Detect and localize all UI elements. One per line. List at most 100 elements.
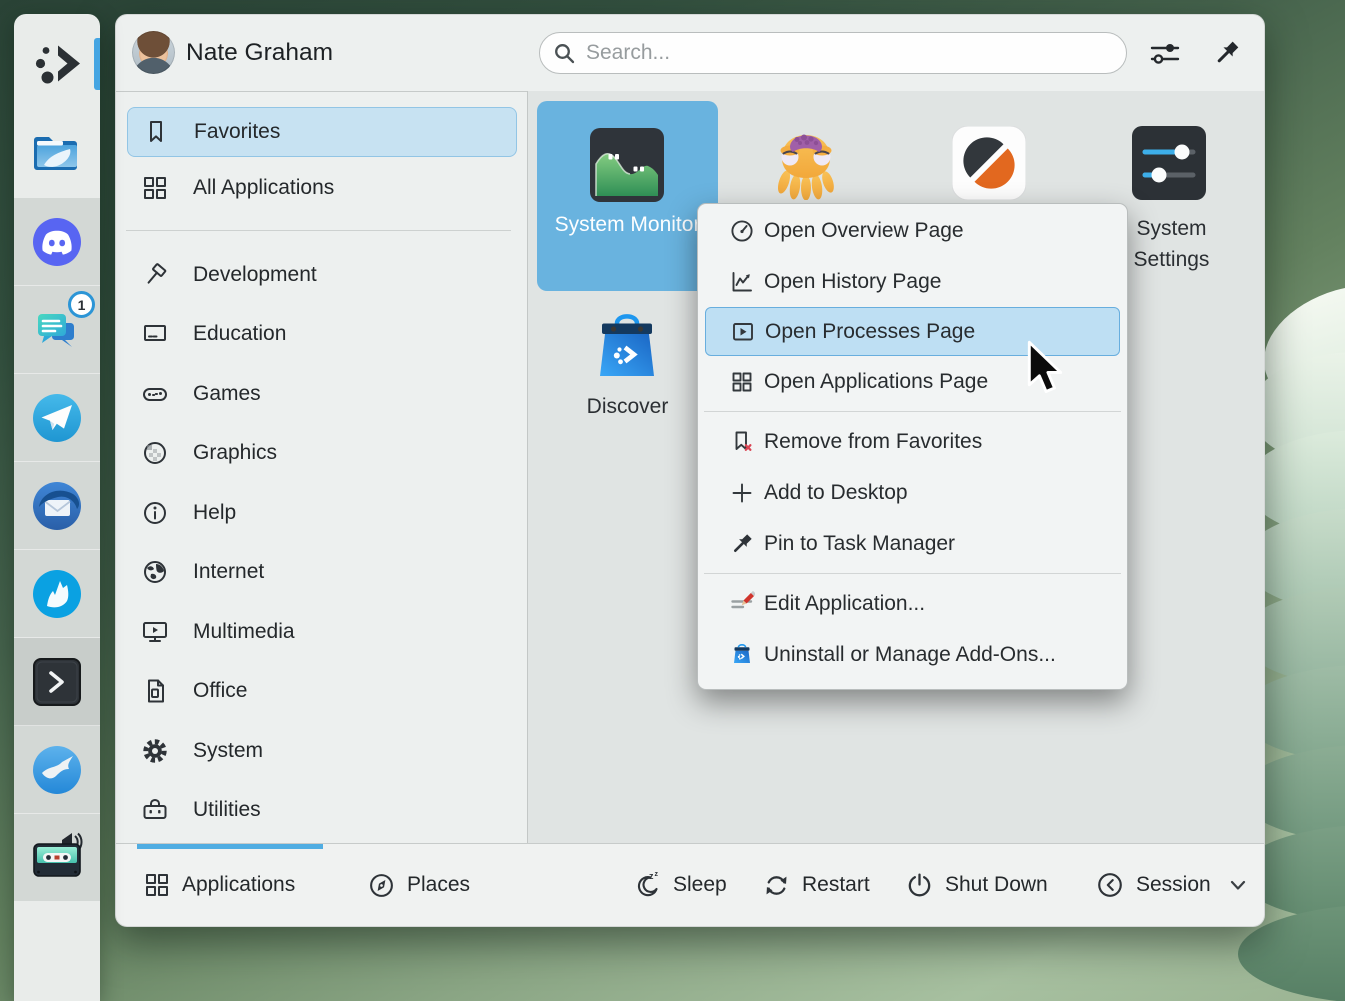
grid-icon [141,174,169,202]
search-input[interactable] [539,32,1127,74]
taskbar-dolphin[interactable] [14,114,100,190]
menu-item-uninstall-manage-addons[interactable]: Uninstall or Manage Add-Ons... [698,629,1127,680]
gauge-icon [729,218,755,244]
taskbar-konsole[interactable] [14,638,100,726]
sidebar-item-multimedia[interactable]: Multimedia [116,602,527,662]
sidebar-item-utilities[interactable]: Utilities [116,781,527,841]
sidebar-item-development[interactable]: Development [116,245,527,305]
octopus-app-icon[interactable] [769,126,843,200]
moon-sleep-icon: z z [633,871,661,899]
app-tile-discover[interactable]: Discover [537,291,718,481]
search-field[interactable] [539,32,1127,74]
taskbar-app-launcher[interactable] [14,28,100,100]
category-list: Development Education [116,245,527,840]
sidebar-item-favorites[interactable]: Favorites [127,107,517,157]
play-window-icon [730,319,756,345]
sidebar: Favorites All Applications [116,91,528,844]
falcon-bird-icon [29,742,85,798]
notification-badge: 1 [68,291,95,318]
line-chart-icon [729,269,755,295]
discover-bag-icon [729,642,755,668]
discord-icon [29,214,85,270]
sidebar-item-games[interactable]: Games [116,364,527,424]
menu-separator [698,407,1127,416]
svg-text:z: z [649,871,654,881]
pin-icon [729,531,755,557]
app-tile-label: System Monitor [547,209,708,240]
svg-text:z: z [655,871,659,878]
power-icon [906,872,933,899]
color-wheel-icon [141,439,169,467]
user-name: Nate Graham [186,15,333,91]
cassette-speaker-icon [29,830,85,886]
kontrast-app-icon[interactable] [952,126,1026,200]
search-icon [553,42,576,65]
grid-icon [144,872,170,898]
plus-icon [729,480,755,506]
menu-item-open-history-page[interactable]: Open History Page [698,256,1127,307]
mouse-cursor [1026,340,1064,396]
configure-button[interactable] [1149,15,1181,91]
hammer-icon [141,261,169,289]
thunderbird-icon [29,478,85,534]
info-icon [141,499,169,527]
tab-applications[interactable]: Applications [144,844,295,926]
bookmark-icon [142,118,170,146]
menu-separator [698,569,1127,578]
session-button[interactable]: Session [1096,844,1247,926]
taskbar-falkon[interactable] [14,726,100,814]
gamepad-icon [141,380,169,408]
sidebar-item-system[interactable]: System [116,721,527,781]
taskbar-discord[interactable] [14,198,100,286]
compass-icon [368,872,395,899]
pin-window-button[interactable] [1212,15,1242,91]
menu-item-edit-application[interactable]: Edit Application... [698,578,1127,629]
grid-icon [729,369,755,395]
terminal-icon [29,654,85,710]
taskbar-cassette-app[interactable] [14,814,100,901]
menu-item-pin-to-task-manager[interactable]: Pin to Task Manager [698,518,1127,569]
gear-icon [141,737,169,765]
launcher-footer: Applications Places z z [116,843,1264,926]
shut-down-button[interactable]: Shut Down [906,844,1048,926]
menu-item-open-overview-page[interactable]: Open Overview Page [698,205,1127,256]
desktop: 1 [0,0,1345,1001]
sidebar-item-internet[interactable]: Internet [116,543,527,603]
edit-pencil-icon [729,591,755,617]
blackboard-icon [141,320,169,348]
sidebar-separator [126,230,511,231]
chevron-down-icon [1229,877,1247,893]
sidebar-item-office[interactable]: Office [116,662,527,722]
app-tile-label: Discover [547,391,708,422]
dolphin-folder-icon [29,124,85,180]
sidebar-item-education[interactable]: Education [116,305,527,365]
menu-item-add-to-desktop[interactable]: Add to Desktop [698,467,1127,518]
sidebar-item-help[interactable]: Help [116,483,527,543]
taskbar-chat-app[interactable]: 1 [14,286,100,374]
librewolf-icon [29,566,85,622]
restart-icon [763,872,790,899]
sidebar-item-all-applications[interactable]: All Applications [127,163,517,213]
kde-plasma-logo-icon [31,38,83,90]
taskbar-panel: 1 [14,14,100,1001]
session-logout-icon [1096,871,1124,899]
active-indicator [94,38,100,90]
user-avatar[interactable] [132,31,175,74]
telegram-icon [29,390,85,446]
sidebar-item-graphics[interactable]: Graphics [116,424,527,484]
app-tile-system-monitor[interactable]: System Monitor [537,101,718,291]
restart-button[interactable]: Restart [763,844,870,926]
discover-icon [590,309,664,383]
sleep-button[interactable]: z z Sleep [633,844,727,926]
taskbar-librewolf[interactable] [14,550,100,638]
system-settings-icon [1132,126,1206,200]
taskbar-telegram[interactable] [14,374,100,462]
tab-places[interactable]: Places [368,844,470,926]
sliders-icon [1149,37,1181,69]
menu-item-remove-from-favorites[interactable]: Remove from Favorites [698,416,1127,467]
bookmark-remove-icon [729,429,755,455]
taskbar-thunderbird[interactable] [14,462,100,550]
document-icon [141,677,169,705]
launcher-header: Nate Graham [116,15,1264,92]
monitor-play-icon [141,618,169,646]
